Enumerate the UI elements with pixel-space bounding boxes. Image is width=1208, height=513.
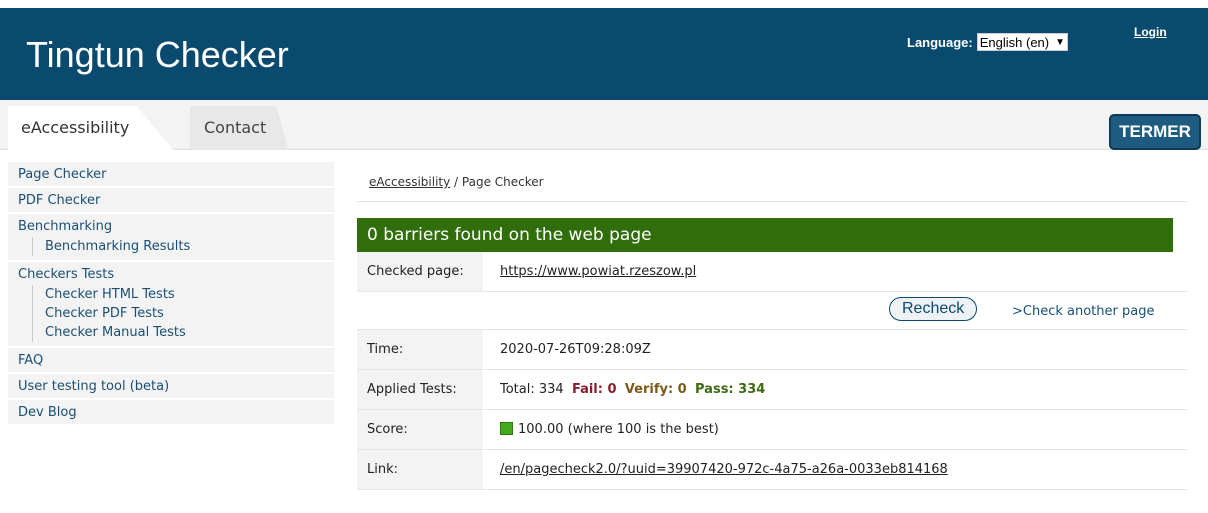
sidebar-subgroup-checkers-tests: Checker HTML Tests Checker PDF Tests Che…	[32, 285, 324, 342]
sidebar-item-dev-blog[interactable]: Dev Blog	[8, 398, 334, 424]
breadcrumb-link-eaccessibility[interactable]: eAccessibility	[369, 175, 450, 189]
language-selector: Language: English (en) ▼	[907, 33, 1069, 51]
applied-tests-row: Applied Tests: Total: 334 Fail: 0 Verify…	[357, 370, 1187, 410]
checked-page-link[interactable]: https://www.powiat.rzeszow.pl	[500, 264, 696, 279]
sidebar-item-checker-manual-tests[interactable]: Checker Manual Tests	[45, 323, 324, 342]
time-label: Time:	[357, 330, 483, 369]
checked-page-row: Checked page: https://www.powiat.rzeszow…	[357, 252, 1187, 292]
sidebar-item-checker-pdf-tests[interactable]: Checker PDF Tests	[45, 304, 324, 323]
sidebar-group-benchmarking: Benchmarking Benchmarking Results	[8, 212, 334, 260]
sidebar-item-page-checker[interactable]: Page Checker	[8, 160, 334, 186]
check-another-page-link[interactable]: >Check another page	[1012, 304, 1154, 319]
tab-contact[interactable]: Contact	[190, 106, 289, 150]
sidebar: Page Checker PDF Checker Benchmarking Be…	[8, 160, 334, 424]
tab-bar: eAccessibility Contact	[0, 100, 1208, 150]
sidebar-item-pdf-checker[interactable]: PDF Checker	[8, 186, 334, 212]
site-header: Tingtun Checker Language: English (en) ▼…	[0, 8, 1208, 100]
result-banner: 0 barriers found on the web page	[357, 218, 1173, 252]
main-content: eAccessibility / Page Checker 0 barriers…	[357, 160, 1187, 490]
chevron-down-icon: ▼	[1055, 36, 1066, 48]
sidebar-item-user-testing-tool[interactable]: User testing tool (beta)	[8, 372, 334, 398]
sidebar-item-faq[interactable]: FAQ	[8, 346, 334, 372]
tests-pass: Pass: 334	[695, 382, 766, 397]
checked-page-value: https://www.powiat.rzeszow.pl	[483, 252, 1187, 291]
termer-button[interactable]: TERMER	[1109, 114, 1201, 150]
result-permalink[interactable]: /en/pagecheck2.0/?uuid=39907420-972c-4a7…	[500, 462, 948, 477]
language-selected-value: English (en)	[979, 34, 1050, 50]
checked-page-label: Checked page:	[357, 252, 483, 291]
breadcrumb-separator: /	[450, 175, 462, 189]
language-select[interactable]: English (en) ▼	[976, 33, 1069, 51]
sidebar-item-checker-html-tests[interactable]: Checker HTML Tests	[45, 285, 324, 304]
sidebar-item-benchmarking-results[interactable]: Benchmarking Results	[45, 237, 324, 256]
site-title: Tingtun Checker	[26, 34, 289, 75]
score-value-cell: 100.00 (where 100 is the best)	[483, 410, 1187, 449]
score-indicator-icon	[500, 422, 513, 435]
tab-eaccessibility[interactable]: eAccessibility	[8, 106, 173, 150]
link-value-cell: /en/pagecheck2.0/?uuid=39907420-972c-4a7…	[483, 450, 1187, 489]
time-row: Time: 2020-07-26T09:28:09Z	[357, 330, 1187, 370]
breadcrumb: eAccessibility / Page Checker	[357, 160, 1187, 202]
sidebar-item-benchmarking[interactable]: Benchmarking	[18, 219, 324, 234]
tests-verify: Verify: 0	[624, 382, 687, 397]
time-value: 2020-07-26T09:28:09Z	[500, 342, 651, 357]
score-row: Score: 100.00 (where 100 is the best)	[357, 410, 1187, 450]
score-label: Score:	[357, 410, 483, 449]
recheck-button[interactable]: Recheck	[889, 297, 978, 321]
language-label: Language:	[907, 34, 973, 50]
sidebar-group-checkers-tests: Checkers Tests Checker HTML Tests Checke…	[8, 260, 334, 346]
applied-tests-value: Total: 334 Fail: 0 Verify: 0 Pass: 334	[483, 370, 1187, 409]
tests-total: Total: 334	[500, 382, 564, 397]
recheck-row: Recheck >Check another page	[357, 292, 1187, 330]
link-label: Link:	[357, 450, 483, 489]
sidebar-item-checkers-tests[interactable]: Checkers Tests	[18, 267, 324, 282]
score-value: 100.00 (where 100 is the best)	[518, 422, 719, 437]
sidebar-subgroup-benchmarking: Benchmarking Results	[32, 237, 324, 256]
breadcrumb-current: Page Checker	[461, 175, 544, 189]
link-row: Link: /en/pagecheck2.0/?uuid=39907420-97…	[357, 450, 1187, 490]
login-link[interactable]: Login	[1134, 25, 1167, 39]
tests-fail: Fail: 0	[571, 382, 617, 397]
applied-tests-label: Applied Tests:	[357, 370, 483, 409]
